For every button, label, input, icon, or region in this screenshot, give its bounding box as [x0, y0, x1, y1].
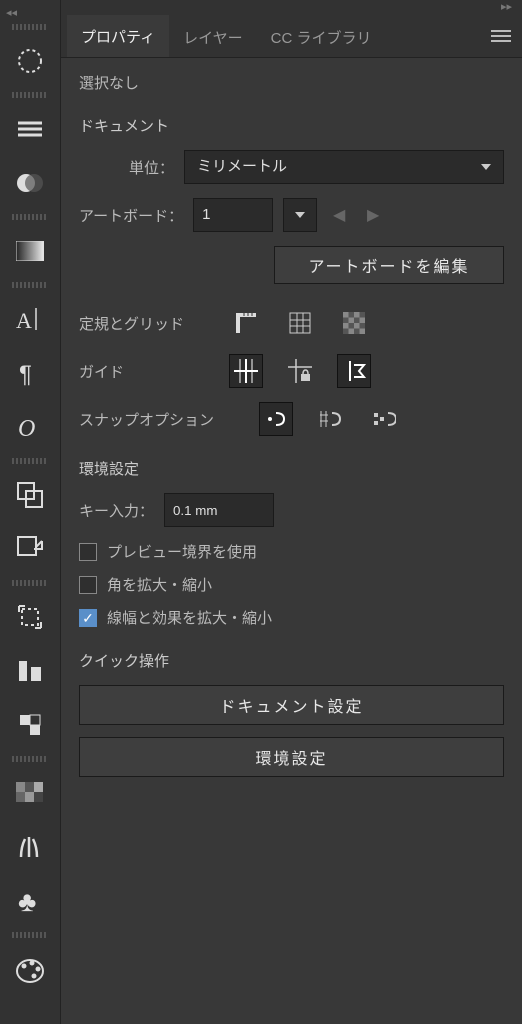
swatches-tool-icon[interactable]	[8, 771, 52, 815]
color-tool-icon[interactable]	[8, 947, 52, 991]
snap-to-grid-icon[interactable]	[313, 402, 347, 436]
units-value: ミリメートル	[197, 150, 287, 184]
artboard-value: 1	[202, 198, 210, 232]
selection-status: 選択なし	[79, 72, 504, 93]
snap-to-pixel-icon[interactable]	[367, 402, 401, 436]
align-tool-icon[interactable]	[8, 649, 52, 693]
edit-artboard-label: アートボードを編集	[308, 253, 469, 277]
guides-label: ガイド	[79, 361, 219, 382]
symbols-tool-icon[interactable]: ♣	[8, 879, 52, 923]
quick-actions-title: クイック操作	[79, 650, 504, 671]
scale-corners-checkbox[interactable]	[79, 576, 97, 594]
tab-bar: プロパティ レイヤー CC ライブラリ	[61, 14, 522, 58]
rulers-grid-label: 定規とグリッド	[79, 313, 219, 334]
artboard-label: アートボード：	[79, 205, 183, 226]
chevron-down-icon	[295, 212, 305, 218]
tab-layers-label: レイヤー	[183, 30, 243, 47]
show-guides-icon[interactable]	[229, 354, 263, 388]
pathfinder-tool-icon[interactable]	[8, 473, 52, 517]
tab-properties[interactable]: プロパティ	[67, 15, 169, 57]
properties-panel: 選択なし ドキュメント 単位： ミリメートル アートボード： 1	[61, 58, 522, 1024]
stroke-tool-icon[interactable]	[8, 107, 52, 151]
transparency-tool-icon[interactable]	[8, 161, 52, 205]
artboard-number-select[interactable]: 1	[193, 198, 273, 232]
artboards-tool-icon[interactable]	[8, 595, 52, 639]
svg-text:O: O	[18, 416, 35, 440]
tab-properties-label: プロパティ	[81, 29, 155, 46]
svg-text:♣: ♣	[18, 887, 36, 915]
artboard-prev-icon[interactable]: ◀	[327, 205, 351, 225]
preferences-button[interactable]: 環境設定	[79, 737, 504, 777]
snap-label: スナップオプション	[79, 409, 249, 430]
preferences-label: 環境設定	[255, 745, 327, 769]
tab-cc-libraries[interactable]: CC ライブラリ	[257, 14, 386, 58]
document-setup-button[interactable]: ドキュメント設定	[79, 685, 504, 725]
document-setup-label: ドキュメント設定	[219, 693, 363, 717]
units-select[interactable]: ミリメートル	[184, 150, 504, 184]
left-dock: ◂◂ A ¶ O	[0, 0, 60, 1024]
opentype-tool-icon[interactable]: O	[8, 405, 52, 449]
lock-guides-icon[interactable]	[283, 354, 317, 388]
prefs-section-title: 環境設定	[79, 458, 504, 479]
panel-collapse-arrows[interactable]: ▸▸	[61, 0, 522, 14]
svg-text:A: A	[16, 308, 32, 332]
artboard-next-icon[interactable]: ▶	[361, 205, 385, 225]
dock-collapse-arrows[interactable]: ◂◂	[0, 6, 60, 20]
grid-icon[interactable]	[283, 306, 317, 340]
scale-corners-label: 角を拡大・縮小	[107, 574, 212, 595]
paragraph-tool-icon[interactable]: ¶	[8, 351, 52, 395]
units-label: 単位：	[129, 157, 174, 178]
chevron-down-icon	[481, 164, 491, 170]
scale-strokes-label: 線幅と効果を拡大・縮小	[107, 607, 272, 628]
tab-layers[interactable]: レイヤー	[169, 14, 257, 58]
scale-strokes-checkbox[interactable]	[79, 609, 97, 627]
gradient-tool-icon[interactable]	[8, 229, 52, 273]
transparency-grid-icon[interactable]	[337, 306, 371, 340]
ruler-icon[interactable]	[229, 306, 263, 340]
character-tool-icon[interactable]: A	[8, 297, 52, 341]
document-section-title: ドキュメント	[79, 115, 504, 136]
brushes-tool-icon[interactable]	[8, 825, 52, 869]
panel-menu-icon[interactable]	[486, 21, 516, 51]
transform-tool-icon[interactable]	[8, 703, 52, 747]
artboard-dropdown[interactable]	[283, 198, 317, 232]
key-input-field[interactable]	[164, 493, 274, 527]
tab-cclib-label: CC ライブラリ	[271, 30, 372, 47]
key-input-label: キー入力：	[79, 500, 154, 521]
edit-artboard-button[interactable]: アートボードを編集	[274, 246, 504, 284]
preview-bounds-checkbox[interactable]	[79, 543, 97, 561]
snap-to-point-icon[interactable]	[259, 402, 293, 436]
appearance-tool-icon[interactable]	[8, 39, 52, 83]
asset-export-tool-icon[interactable]	[8, 527, 52, 571]
smart-guides-icon[interactable]	[337, 354, 371, 388]
svg-text:¶: ¶	[19, 361, 32, 386]
preview-bounds-label: プレビュー境界を使用	[107, 541, 257, 562]
